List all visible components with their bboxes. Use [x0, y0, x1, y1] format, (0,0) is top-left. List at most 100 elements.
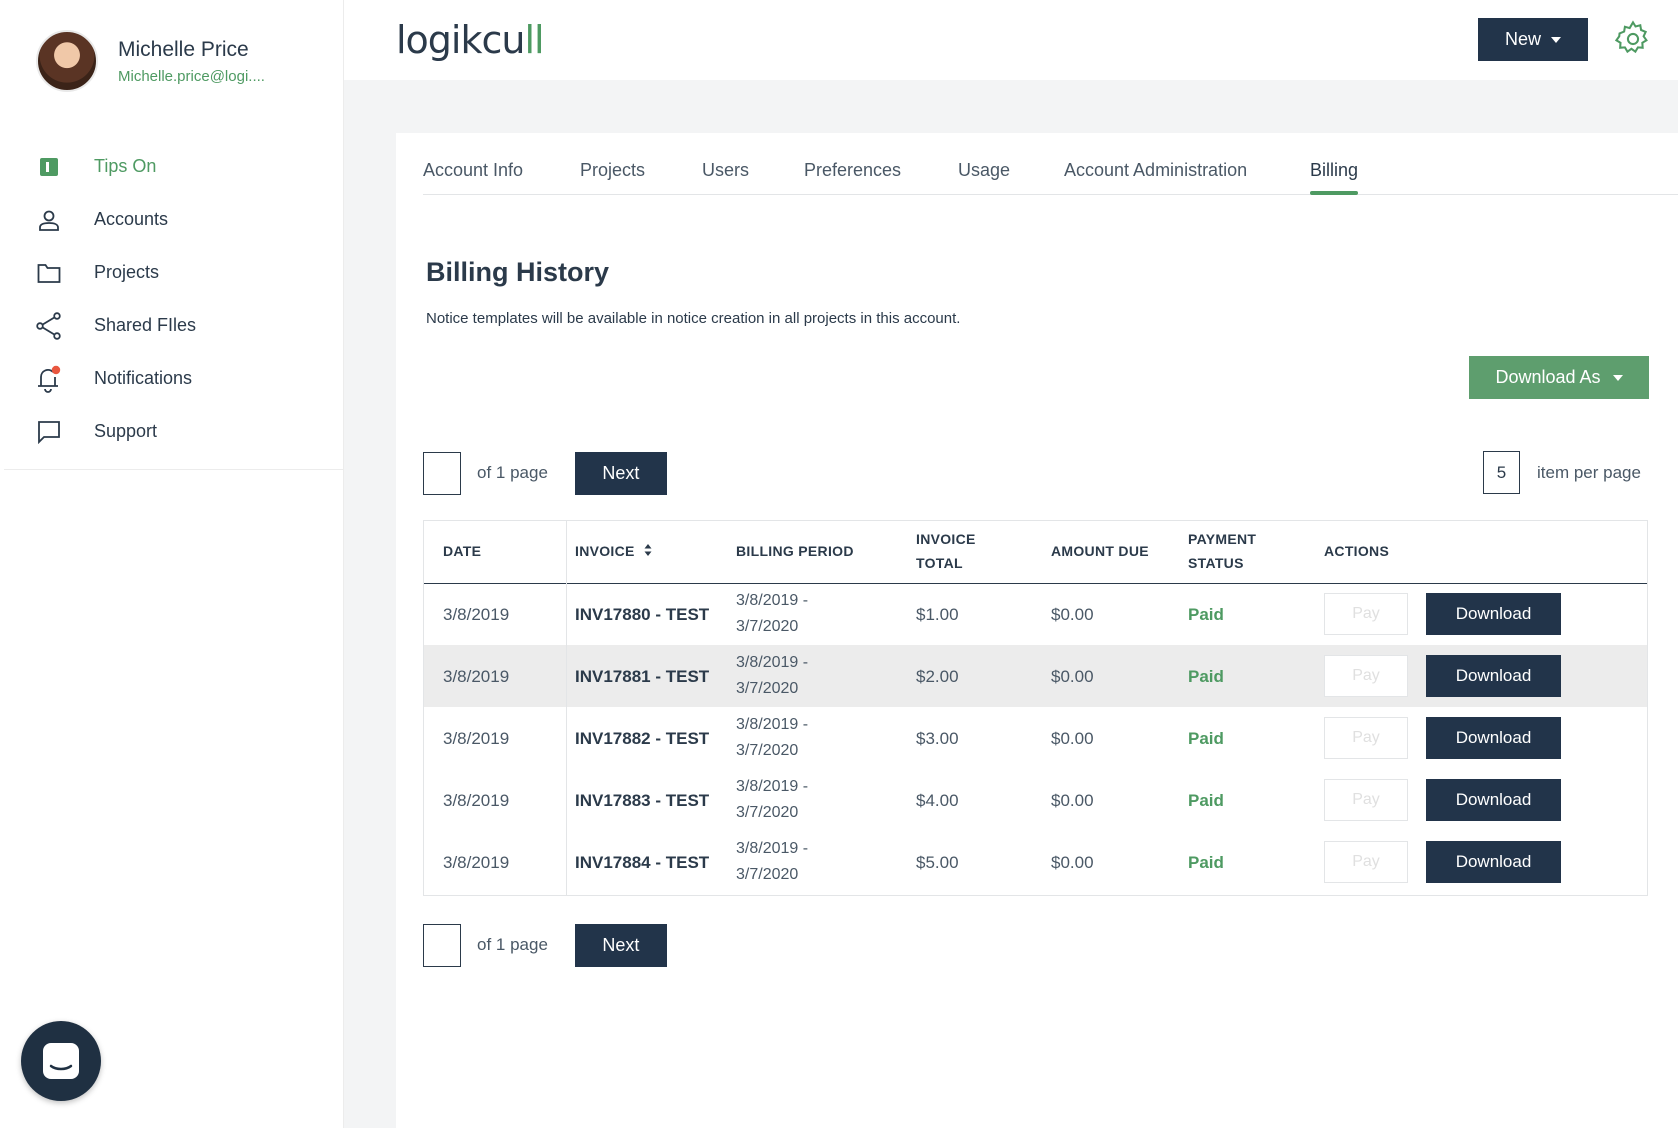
chat-launcher-button[interactable] [21, 1021, 101, 1101]
sidebar-item-label: Support [94, 421, 158, 441]
pagination-bottom: of 1 page Next [423, 923, 667, 967]
cell-date: 3/8/2019 [443, 853, 510, 872]
cell-invoice-total: $4.00 [916, 791, 959, 810]
billing-card: Account Info Projects Users Preferences … [396, 133, 1678, 1128]
cell-invoice[interactable]: INV17881 - TEST [575, 667, 709, 687]
cell-invoice-total: $3.00 [916, 729, 959, 748]
tips-toggle-icon [34, 152, 64, 182]
sidebar-item-label: Tips On [94, 156, 157, 176]
download-button[interactable]: Download [1426, 779, 1561, 821]
tab-billing[interactable]: Billing [1310, 160, 1359, 195]
tab-bar: Account Info Projects Users Preferences … [423, 133, 1678, 195]
items-per-page-input[interactable]: 5 [1483, 451, 1520, 494]
column-header-billing-period[interactable]: BILLING PERIOD [736, 539, 854, 563]
sidebar-item-shared-files[interactable]: Shared FIles [34, 299, 334, 352]
items-per-page: 5 item per page [1483, 451, 1641, 494]
gear-icon[interactable] [1614, 20, 1652, 58]
table-row: 3/8/2019 INV17881 - TEST 3/8/2019 - 3/7/… [424, 645, 1647, 707]
sidebar-item-label: Notifications [94, 368, 193, 388]
sidebar-nav: Tips On Accounts Projects Shared FIles N… [34, 140, 334, 458]
logo-accent: ll [524, 18, 544, 62]
logikcull-logo[interactable]: logikcull [396, 18, 545, 62]
next-page-button[interactable]: Next [574, 451, 667, 495]
user-email: Michelle.price@logi.... [118, 67, 265, 85]
messenger-icon [43, 1043, 79, 1079]
period-start: 3/8/2019 - [736, 592, 809, 609]
new-button-label: New [1504, 29, 1541, 49]
download-button[interactable]: Download [1426, 841, 1561, 883]
folder-icon [34, 258, 64, 288]
cell-date: 3/8/2019 [443, 791, 510, 810]
billing-table: DATE INVOICE BILLING PERIOD INVOICE TOTA… [423, 520, 1648, 896]
download-as-button[interactable]: Download As [1469, 356, 1649, 399]
tab-account-administration[interactable]: Account Administration [1064, 160, 1247, 193]
page-number-input[interactable] [423, 451, 461, 495]
table-row: 3/8/2019 INV17883 - TEST 3/8/2019 - 3/7/… [424, 769, 1647, 831]
column-header-actions: ACTIONS [1324, 543, 1390, 559]
column-header-invoice-total[interactable]: INVOICE TOTAL [916, 527, 976, 575]
column-header-invoice[interactable]: INVOICE [575, 539, 653, 563]
sidebar-item-label: Shared FIles [94, 315, 197, 335]
cell-date: 3/8/2019 [443, 605, 510, 624]
period-end: 3/7/2020 [736, 680, 799, 697]
cell-date: 3/8/2019 [443, 729, 510, 748]
period-end: 3/7/2020 [736, 618, 799, 635]
tab-projects[interactable]: Projects [580, 160, 645, 193]
cell-payment-status: Paid [1188, 605, 1224, 624]
column-header-payment-status[interactable]: PAYMENT STATUS [1188, 527, 1256, 575]
download-button[interactable]: Download [1426, 717, 1561, 759]
sidebar-item-tips[interactable]: Tips On [34, 140, 334, 193]
sidebar-item-label: Accounts [94, 209, 169, 229]
cell-payment-status: Paid [1188, 791, 1224, 810]
download-button[interactable]: Download [1426, 593, 1561, 635]
share-icon [34, 311, 64, 341]
column-header-line: STATUS [1188, 555, 1244, 571]
cell-invoice[interactable]: INV17882 - TEST [575, 729, 709, 749]
cell-amount-due: $0.00 [1051, 729, 1094, 748]
tab-preferences[interactable]: Preferences [804, 160, 901, 193]
period-start: 3/8/2019 - [736, 840, 809, 857]
chat-bubble-icon [34, 417, 64, 447]
sidebar-item-label: Projects [94, 262, 160, 282]
download-button[interactable]: Download [1426, 655, 1561, 697]
pay-button[interactable]: Pay [1324, 593, 1408, 635]
caret-down-icon [1551, 36, 1561, 43]
tab-users[interactable]: Users [702, 160, 749, 193]
items-per-page-label: item per page [1537, 462, 1641, 482]
cell-billing-period: 3/8/2019 - 3/7/2020 [736, 650, 808, 702]
cell-billing-period: 3/8/2019 - 3/7/2020 [736, 836, 808, 888]
tab-usage[interactable]: Usage [958, 160, 1010, 193]
page-title: Billing History [426, 257, 610, 287]
cell-invoice[interactable]: INV17884 - TEST [575, 853, 709, 873]
pay-button[interactable]: Pay [1324, 841, 1408, 883]
avatar [36, 30, 98, 92]
period-end: 3/7/2020 [736, 866, 799, 883]
cell-invoice[interactable]: INV17883 - TEST [575, 791, 709, 811]
sidebar-item-notifications[interactable]: Notifications [34, 352, 334, 405]
top-header: logikcull New [344, 0, 1678, 80]
tab-account-info[interactable]: Account Info [423, 160, 523, 193]
pay-button[interactable]: Pay [1324, 655, 1408, 697]
page-count-text: of 1 page [477, 463, 548, 482]
sidebar-item-projects[interactable]: Projects [34, 246, 334, 299]
column-header-invoice-label: INVOICE [575, 543, 635, 559]
next-page-button[interactable]: Next [574, 923, 667, 967]
cell-billing-period: 3/8/2019 - 3/7/2020 [736, 712, 808, 764]
page-number-input[interactable] [423, 923, 461, 967]
sidebar-item-support[interactable]: Support [34, 405, 334, 458]
column-header-line: TOTAL [916, 555, 963, 571]
pay-button[interactable]: Pay [1324, 717, 1408, 759]
cell-invoice-total: $1.00 [916, 605, 959, 624]
period-start: 3/8/2019 - [736, 716, 809, 733]
period-start: 3/8/2019 - [736, 654, 809, 671]
column-header-date[interactable]: DATE [443, 539, 481, 563]
user-profile[interactable]: Michelle Price Michelle.price@logi.... [36, 30, 265, 92]
cell-invoice-total: $2.00 [916, 667, 959, 686]
new-button[interactable]: New [1478, 18, 1588, 61]
column-header-amount-due[interactable]: AMOUNT DUE [1051, 539, 1149, 563]
user-icon [34, 205, 64, 235]
cell-invoice[interactable]: INV17880 - TEST [575, 605, 709, 625]
pay-button[interactable]: Pay [1324, 779, 1408, 821]
sort-icon [644, 544, 652, 556]
sidebar-item-accounts[interactable]: Accounts [34, 193, 334, 246]
